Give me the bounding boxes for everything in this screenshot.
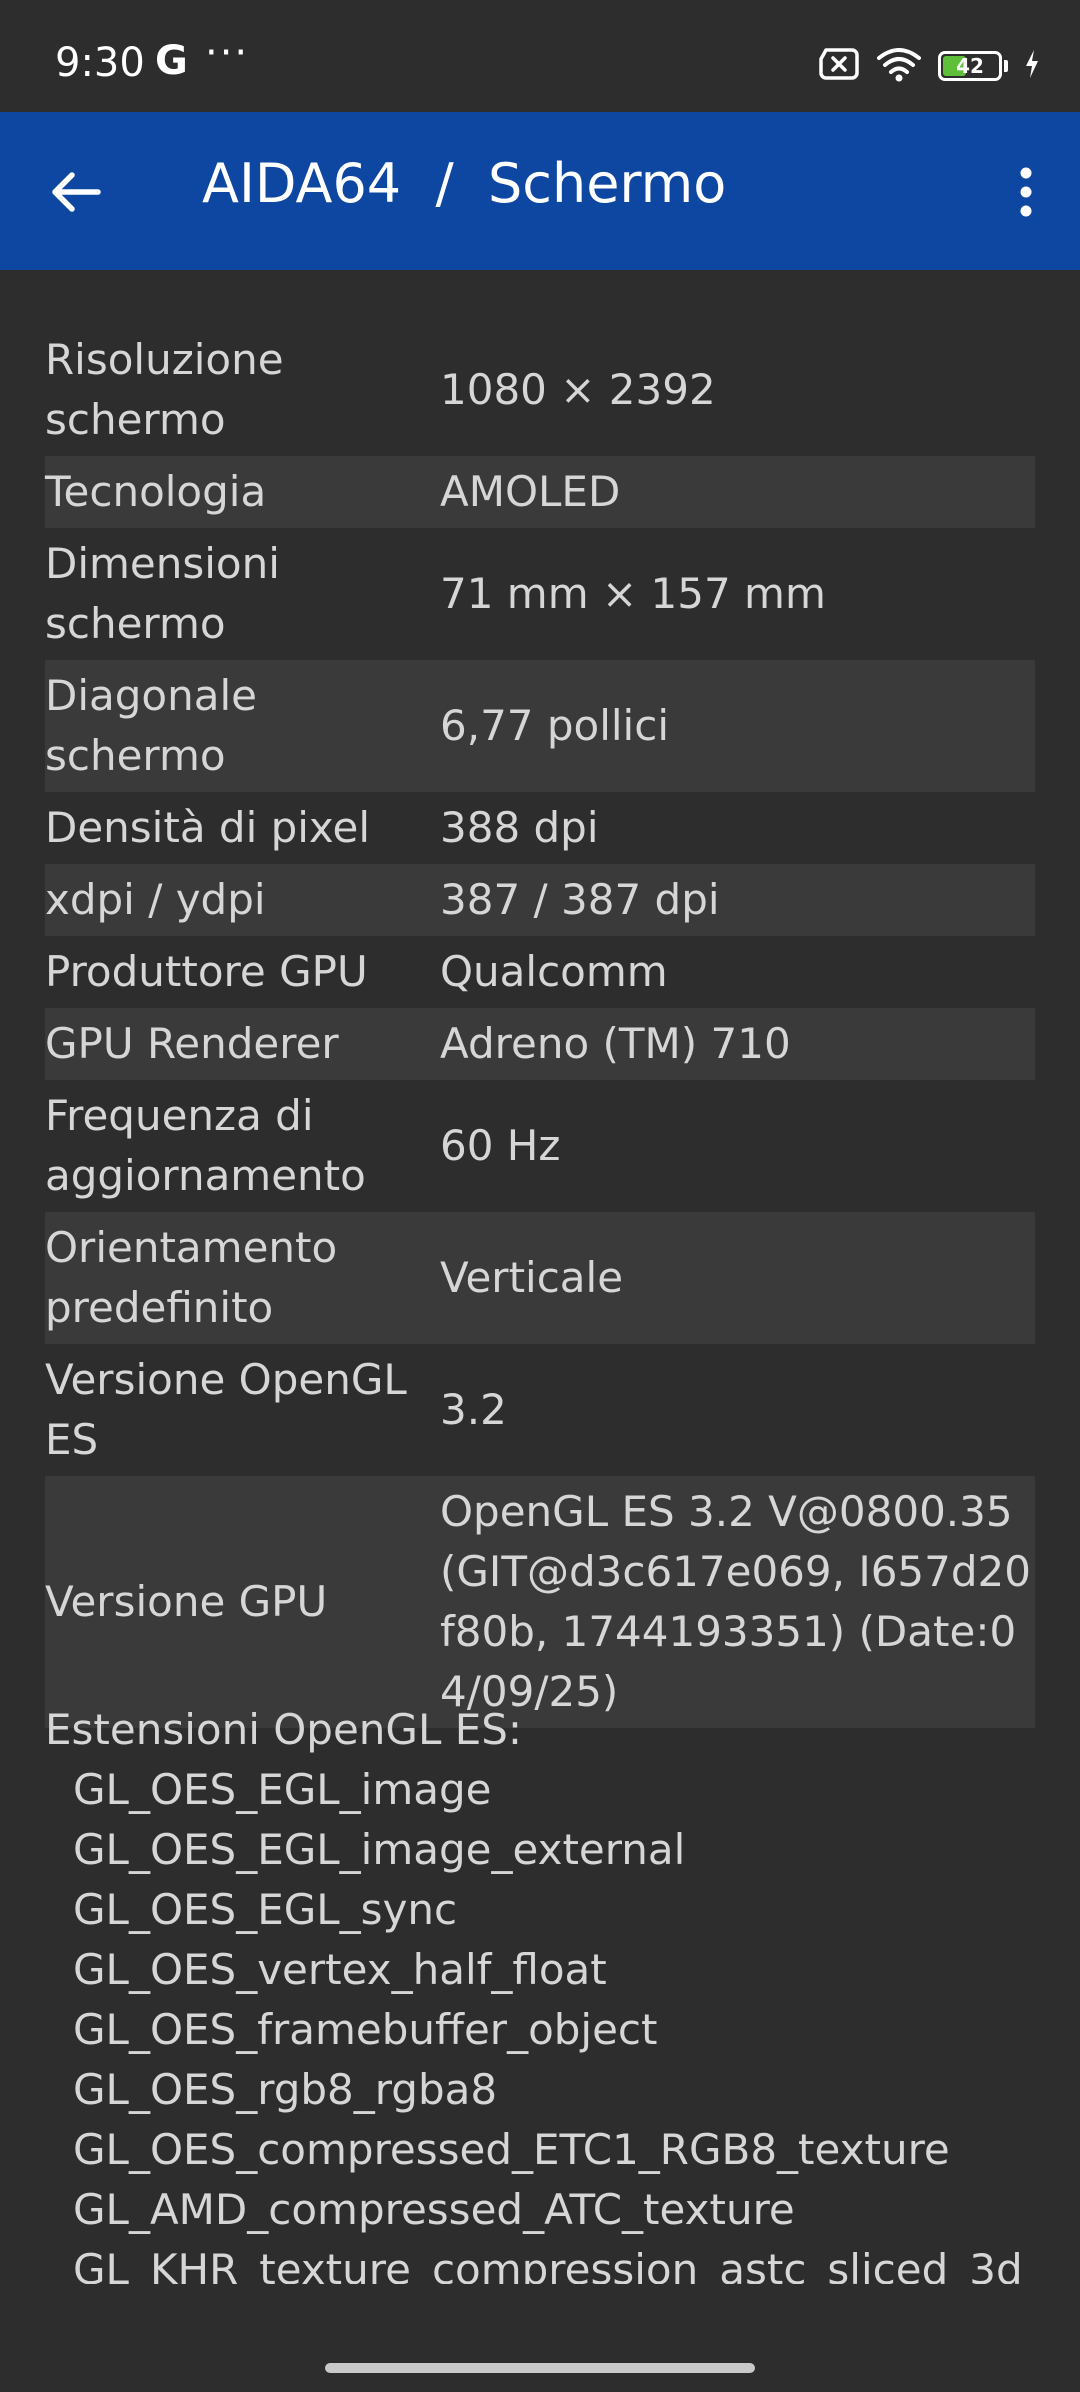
no-sim-icon [818, 47, 860, 85]
overflow-menu-button[interactable] [990, 156, 1062, 228]
extension-item: GL_OES_framebuffer_object [73, 2005, 658, 2054]
extension-item: GL_KHR_texture_compression_astc_sliced_3… [73, 2245, 1023, 2284]
row-value: 388 dpi [440, 803, 599, 852]
row-value: OpenGL ES 3.2 V@0800.35 (GIT@d3c617e069,… [440, 1487, 1031, 1716]
extension-item: GL_OES_compressed_ETC1_RGB8_texture [73, 2125, 950, 2174]
table-row: GPU Renderer Adreno (TM) 710 [45, 1008, 1035, 1080]
wifi-icon [876, 46, 922, 86]
row-label: Versione OpenGL ES [45, 1355, 407, 1464]
battery-icon: 42 [938, 51, 1008, 81]
row-value: Adreno (TM) 710 [440, 1019, 791, 1068]
row-label: Densità di pixel [45, 803, 370, 852]
home-indicator[interactable] [325, 2363, 755, 2373]
extension-item: GL_OES_EGL_sync [73, 1885, 458, 1934]
extension-item: GL_OES_EGL_image [73, 1765, 492, 1814]
page-title: AIDA64 / Schermo [202, 152, 727, 215]
row-label: Produttore GPU [45, 947, 368, 996]
row-value: 3.2 [440, 1385, 507, 1434]
table-row: Orientamento predefinito Verticale [45, 1212, 1035, 1344]
row-value: 71 mm × 157 mm [440, 569, 826, 618]
extension-item: GL_AMD_compressed_ATC_texture [73, 2185, 795, 2234]
row-label: GPU Renderer [45, 1019, 339, 1068]
extensions-section: Estensioni OpenGL ES: GL_OES_EGL_image G… [45, 1700, 1035, 2284]
status-time: 9:30 [55, 40, 145, 86]
row-value: AMOLED [440, 467, 621, 516]
google-icon: G [155, 38, 188, 84]
row-value: Verticale [440, 1253, 624, 1302]
row-value: 1080 × 2392 [440, 365, 716, 414]
row-value: 60 Hz [440, 1121, 561, 1170]
table-row: Frequenza di aggiornamento 60 Hz [45, 1080, 1035, 1212]
extension-item: GL_OES_rgb8_rgba8 [73, 2065, 498, 2114]
app-bar: AIDA64 / Schermo [0, 112, 1080, 270]
row-label: Risoluzione schermo [45, 335, 284, 444]
row-label: Diagonale schermo [45, 671, 257, 780]
more-vert-icon [1020, 167, 1032, 217]
row-label: Dimensioni schermo [45, 539, 280, 648]
charging-icon [1024, 49, 1040, 83]
status-icons: 42 [818, 44, 1040, 88]
display-info-table: Risoluzione schermo 1080 × 2392 Tecnolog… [45, 324, 1035, 1728]
table-row: xdpi / ydpi 387 / 387 dpi [45, 864, 1035, 936]
arrow-left-icon [52, 172, 101, 212]
row-label: Tecnologia [45, 467, 267, 516]
table-row: Diagonale schermo 6,77 pollici [45, 660, 1035, 792]
table-row: Tecnologia AMOLED [45, 456, 1035, 528]
back-button[interactable] [40, 156, 112, 228]
row-value: Qualcomm [440, 947, 668, 996]
table-row: Versione GPU OpenGL ES 3.2 V@0800.35 (GI… [45, 1476, 1035, 1728]
row-value: 387 / 387 dpi [440, 875, 720, 924]
extensions-title: Estensioni OpenGL ES: [45, 1705, 523, 1754]
row-label: xdpi / ydpi [45, 875, 266, 924]
row-label: Frequenza di aggiornamento [45, 1091, 366, 1200]
extension-item: GL_OES_EGL_image_external [73, 1825, 686, 1874]
more-notifications-icon: ··· [205, 30, 250, 76]
battery-level-text: 42 [956, 54, 984, 78]
row-value: 6,77 pollici [440, 701, 669, 750]
row-label: Versione GPU [45, 1577, 328, 1626]
table-row: Risoluzione schermo 1080 × 2392 [45, 324, 1035, 456]
table-row: Dimensioni schermo 71 mm × 157 mm [45, 528, 1035, 660]
extension-item: GL_OES_vertex_half_float [73, 1945, 607, 1994]
table-row: Versione OpenGL ES 3.2 [45, 1344, 1035, 1476]
status-bar: 9:30 G ··· 42 [0, 0, 1080, 112]
table-row: Densità di pixel 388 dpi [45, 792, 1035, 864]
row-label: Orientamento predefinito [45, 1223, 338, 1332]
table-row: Produttore GPU Qualcomm [45, 936, 1035, 1008]
